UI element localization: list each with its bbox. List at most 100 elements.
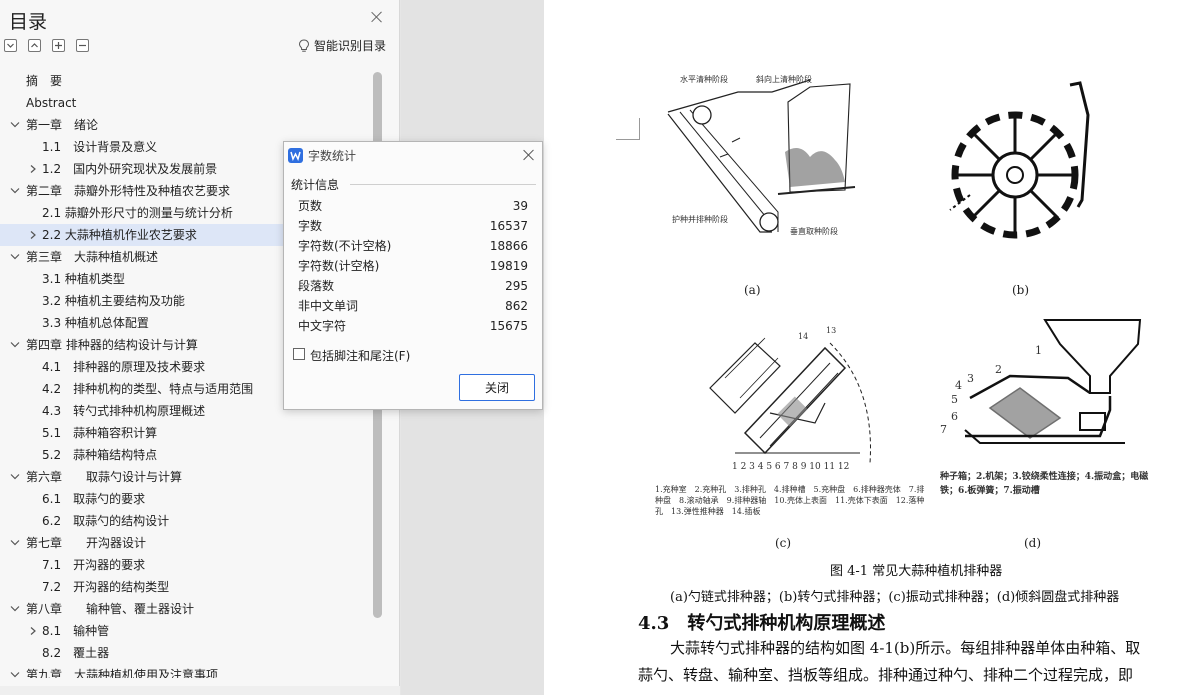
figure-d-legend: 种子箱；2.机架；3.铰绕柔性连接；4.振动盒；电磁铁；6.板弹簧；7.振动槽 <box>940 472 1149 496</box>
stat-label: 中文字符 <box>298 319 347 333</box>
stat-label: 段落数 <box>298 279 335 293</box>
toc-item[interactable]: 5.2 蒜种箱结构特点 <box>0 444 372 466</box>
toc-item[interactable]: 5.1 蒜种箱容积计算 <box>0 422 372 444</box>
toc-item[interactable]: 6.2 取蒜勺的结构设计 <box>0 510 372 532</box>
toc-item[interactable]: 第一章 绪论 <box>0 114 372 136</box>
figure-c-numbers: 1 2 3 4 5 6 7 8 9 10 11 12 <box>732 462 850 472</box>
figure-d-n3: 3 <box>967 372 974 385</box>
figure-a-note1: 水平清种阶段 <box>680 75 728 84</box>
figure-c-num14: 14 <box>798 332 809 341</box>
close-button[interactable]: 关闭 <box>459 374 535 401</box>
chevron-down-icon[interactable] <box>9 598 21 620</box>
toc-item[interactable]: 8.1 输种管 <box>0 620 372 642</box>
page-crop-mark <box>616 118 640 140</box>
figure-d-drawing <box>964 319 1142 444</box>
toc-item[interactable]: 7.1 开沟器的要求 <box>0 554 372 576</box>
chevron-right-icon[interactable] <box>27 224 39 246</box>
toc-item[interactable]: 7.2 开沟器的结构类型 <box>0 576 372 598</box>
dialog-section-title: 统计信息 <box>291 178 340 192</box>
toc-item[interactable]: 第七章 开沟器设计 <box>0 532 372 554</box>
toc-item-label: 第四章 排种器的结构设计与计算 <box>26 338 198 352</box>
toc-item-label: 7.2 开沟器的结构类型 <box>42 580 170 594</box>
toc-item[interactable]: 第八章 输种管、覆土器设计 <box>0 598 372 620</box>
figure-d-n7: 7 <box>940 423 947 436</box>
dialog-title: 字数统计 <box>308 149 357 163</box>
chevron-down-icon[interactable] <box>9 180 21 202</box>
figure-d-n1: 1 <box>1035 344 1042 357</box>
stat-label: 字符数(计空格) <box>298 259 380 273</box>
figure-d-n2: 2 <box>995 363 1002 376</box>
collapse-all-icon[interactable] <box>28 39 41 52</box>
toc-item[interactable]: 6.1 取蒜勺的要求 <box>0 488 372 510</box>
toc-item-label: 第七章 开沟器设计 <box>26 536 147 550</box>
stat-row: 中文字符 15675 <box>298 316 528 336</box>
figure-d-n6: 6 <box>951 410 958 423</box>
toc-item-label: 8.1 输种管 <box>42 624 110 638</box>
figure-c-num13: 13 <box>826 326 837 335</box>
dialog-titlebar[interactable]: 字数统计 <box>284 142 542 170</box>
toc-item-label: 8.2 覆土器 <box>42 646 110 660</box>
include-footnotes-label[interactable]: 包括脚注和尾注(F) <box>310 347 410 364</box>
stat-label: 字数 <box>298 219 323 233</box>
word-count-dialog: 字数统计 统计信息 页数 39 字数 16537 字符数(不计空格) 18866 字符数(计… <box>283 141 543 410</box>
include-footnotes-checkbox[interactable] <box>293 348 305 360</box>
stat-label: 字符数(不计空格) <box>298 239 392 253</box>
stat-row: 字数 16537 <box>298 216 528 236</box>
toc-item-label: 第六章 取蒜勺设计与计算 <box>26 470 183 484</box>
chevron-down-icon[interactable] <box>9 532 21 554</box>
add-heading-icon[interactable] <box>52 39 65 52</box>
toc-item-label: 5.1 蒜种箱容积计算 <box>42 426 158 440</box>
figure-b-drawing <box>949 81 1090 239</box>
toc-item-label: 6.1 取蒜勺的要求 <box>42 492 146 506</box>
expand-all-icon[interactable] <box>4 39 17 52</box>
stat-value: 19819 <box>489 259 528 273</box>
remove-heading-icon[interactable] <box>76 39 89 52</box>
chevron-down-icon[interactable] <box>9 466 21 488</box>
chevron-down-icon[interactable] <box>9 664 21 678</box>
body-paragraph-line2: 蒜勺、转盘、输种室、挡板等组成。排种通过种勺、排种二个过程完成，即 <box>638 666 1134 684</box>
toc-item-label: 6.2 取蒜勺的结构设计 <box>42 514 170 528</box>
toc-item-label: 1.2 国内外研究现状及发展前景 <box>42 162 218 176</box>
figure-a-note2: 斜向上清种阶段 <box>756 75 812 84</box>
figure-d-n5: 5 <box>951 393 958 406</box>
figure-c-drawing <box>709 337 871 464</box>
stat-row: 字符数(不计空格) 18866 <box>298 236 528 256</box>
stat-row: 非中文单词 862 <box>298 296 528 316</box>
figure-a-label: (a) <box>744 283 761 297</box>
body-paragraph-line1: 大蒜转勺式排种器的结构如图 4-1(b)所示。每组排种器单体由种箱、取 <box>670 639 1141 657</box>
stat-value: 16537 <box>489 219 528 233</box>
toc-title: 目录 <box>9 11 48 33</box>
chevron-right-icon[interactable] <box>27 620 39 642</box>
chevron-down-icon[interactable] <box>9 334 21 356</box>
dialog-divider <box>350 184 536 185</box>
figure-c-legend: 1.充种室 2.充种孔 3.排种孔 4.排种槽 5.充种盘 6.排种器壳体 7.… <box>655 485 925 516</box>
section-heading: 4.3 转勺式排种机构原理概述 <box>638 613 886 634</box>
toc-item-label: 3.3 种植机总体配置 <box>42 316 149 330</box>
chevron-right-icon[interactable] <box>27 158 39 180</box>
toc-item[interactable]: 第六章 取蒜勺设计与计算 <box>0 466 372 488</box>
wps-logo-icon <box>288 148 303 163</box>
figure-a-note4: 垂直取种阶段 <box>790 227 838 236</box>
toc-item[interactable]: Abstract <box>0 92 372 114</box>
figure-subcaption: (a)勺链式排种器；(b)转勺式排种器；(c)振动式排种器；(d)倾斜圆盘式排种… <box>670 590 1120 605</box>
stat-row: 段落数 295 <box>298 276 528 296</box>
toc-item-label: 第九章 大蒜种植机使用及注意事项 <box>26 668 219 678</box>
smart-toc-label: 智能识别目录 <box>314 39 387 53</box>
toc-item-label: 第二章 蒜瓣外形特性及种植农艺要求 <box>26 184 231 198</box>
figure-a-note3: 护种并排种阶段 <box>672 215 728 224</box>
stat-value: 39 <box>512 199 528 213</box>
smart-toc-button[interactable]: 智能识别目录 <box>298 37 386 54</box>
stat-value: 862 <box>505 299 528 313</box>
figure-d-label: (d) <box>1024 536 1042 550</box>
toc-close-icon[interactable] <box>369 9 385 25</box>
toc-item[interactable]: 8.2 覆土器 <box>0 642 372 664</box>
chevron-down-icon[interactable] <box>9 114 21 136</box>
toc-item[interactable]: 摘 要 <box>0 70 372 92</box>
stat-value: 295 <box>505 279 528 293</box>
toc-horizontal-scrollbar[interactable] <box>0 686 400 695</box>
toc-item-label: 3.1 种植机类型 <box>42 272 125 286</box>
toc-item-label: 第一章 绪论 <box>26 118 99 132</box>
chevron-down-icon[interactable] <box>9 246 21 268</box>
dialog-close-icon[interactable] <box>522 148 536 162</box>
toc-item[interactable]: 第九章 大蒜种植机使用及注意事项 <box>0 664 372 678</box>
